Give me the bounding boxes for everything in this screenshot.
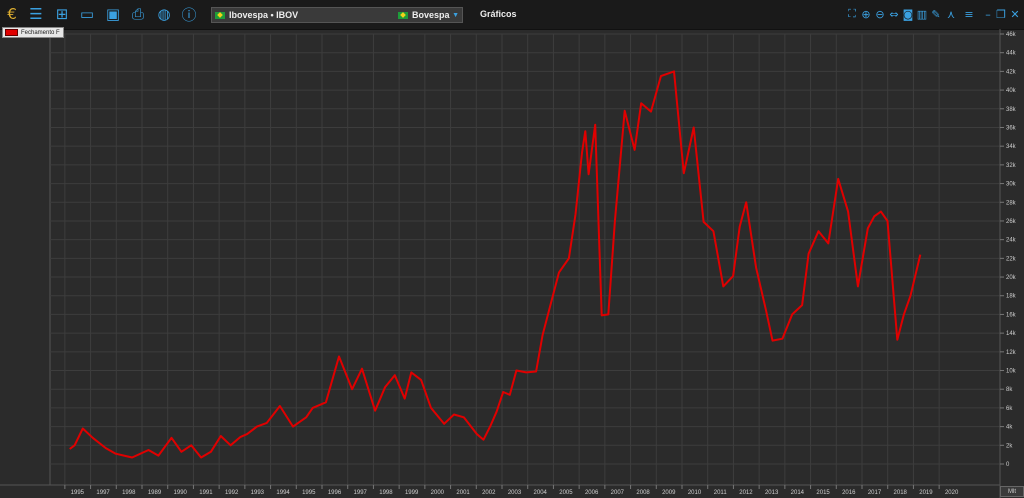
x-tick-label: 2019 xyxy=(919,490,933,496)
y-tick-label: 28k xyxy=(1006,200,1017,206)
chart-area[interactable]: 0 2k 4k 6k 8k 10k 12k 14k 16k 18k 20k 22k 24k 26k 28k 3… xyxy=(0,0,1024,498)
x-tick-label: 1993 xyxy=(251,490,265,496)
x-tick-label: 2004 xyxy=(534,490,548,496)
x-tick-label: 2000 xyxy=(431,490,445,496)
x-tick-label: 2014 xyxy=(791,490,805,496)
x-tick-label: 2010 xyxy=(688,490,702,496)
legend[interactable]: Fechamento F xyxy=(2,27,64,38)
y-tick-label: 36k xyxy=(1006,125,1017,131)
y-tick-label: 8k xyxy=(1006,387,1013,393)
y-tick-label: 6k xyxy=(1006,406,1013,412)
legend-swatch xyxy=(5,29,18,36)
x-tick-label: 1995 xyxy=(302,490,316,496)
x-tick-label: 1998 xyxy=(379,490,393,496)
y-tick-label: 38k xyxy=(1006,107,1017,113)
x-tick-label: 2006 xyxy=(585,490,599,496)
x-tick-label: 2018 xyxy=(894,490,908,496)
legend-label: Fechamento F xyxy=(21,29,60,36)
y-tick-label: 44k xyxy=(1006,51,1017,57)
x-tick-label: 1995 xyxy=(71,490,85,496)
x-tick-label: 2003 xyxy=(508,490,522,496)
x-tick-label: 2012 xyxy=(739,490,753,496)
x-tick-label: 1997 xyxy=(96,490,110,496)
x-tick-label: 1989 xyxy=(148,490,162,496)
y-tick-label: 2k xyxy=(1006,443,1013,449)
y-tick-label: 34k xyxy=(1006,144,1017,150)
series-line-fechamento xyxy=(69,70,922,459)
x-tick-label: 2011 xyxy=(714,490,728,496)
y-tick-label: 46k xyxy=(1006,32,1017,38)
x-tick-label: 1992 xyxy=(225,490,239,496)
x-tick-label: 2015 xyxy=(816,490,830,496)
axis-scale-selector[interactable]: Mlt xyxy=(1000,486,1024,497)
y-tick-label: 14k xyxy=(1006,331,1017,337)
series-layer xyxy=(69,70,922,459)
axis-scale-label: Mlt xyxy=(1008,488,1016,495)
x-tick-label: 2017 xyxy=(868,490,882,496)
y-tick-label: 42k xyxy=(1006,69,1017,75)
x-tick-label: 1990 xyxy=(174,490,188,496)
y-tick-label: 18k xyxy=(1006,294,1017,300)
y-tick-label: 22k xyxy=(1006,256,1017,262)
y-tick-label: 24k xyxy=(1006,238,1017,244)
x-tick-label: 2016 xyxy=(842,490,856,496)
x-tick-label: 2009 xyxy=(662,490,676,496)
y-tick-label: 40k xyxy=(1006,88,1017,94)
x-tick-label: 2013 xyxy=(765,490,779,496)
x-tick-label: 2020 xyxy=(945,490,959,496)
x-tick-label: 1994 xyxy=(276,490,290,496)
y-tick-label: 10k xyxy=(1006,369,1017,375)
x-axis: 1995 1997 1998 1989 1990 1991 1992 1993 1994 1995… xyxy=(0,484,1000,496)
x-tick-label: 2002 xyxy=(482,490,496,496)
y-tick-label: 4k xyxy=(1006,425,1013,431)
y-tick-label: 26k xyxy=(1006,219,1017,225)
x-tick-label: 2001 xyxy=(456,490,470,496)
y-tick-label: 0 xyxy=(1006,462,1010,468)
y-tick-label: 20k xyxy=(1006,275,1017,281)
y-tick-label: 12k xyxy=(1006,350,1017,356)
x-tick-label: 1991 xyxy=(199,490,213,496)
x-tick-label: 1998 xyxy=(122,490,136,496)
x-tick-label: 1999 xyxy=(405,490,419,496)
x-tick-label: 2005 xyxy=(559,490,573,496)
x-tick-label: 1996 xyxy=(328,490,342,496)
y-tick-label: 32k xyxy=(1006,163,1017,169)
y-axis: 0 2k 4k 6k 8k 10k 12k 14k 16k 18k 20k 22k 24k 26k 28k 3… xyxy=(999,29,1017,498)
grid xyxy=(49,33,1000,485)
x-tick-label: 2008 xyxy=(636,490,650,496)
x-tick-label: 2007 xyxy=(611,490,625,496)
y-tick-label: 30k xyxy=(1006,182,1017,188)
y-tick-label: 16k xyxy=(1006,312,1017,318)
x-tick-label: 1997 xyxy=(354,490,368,496)
